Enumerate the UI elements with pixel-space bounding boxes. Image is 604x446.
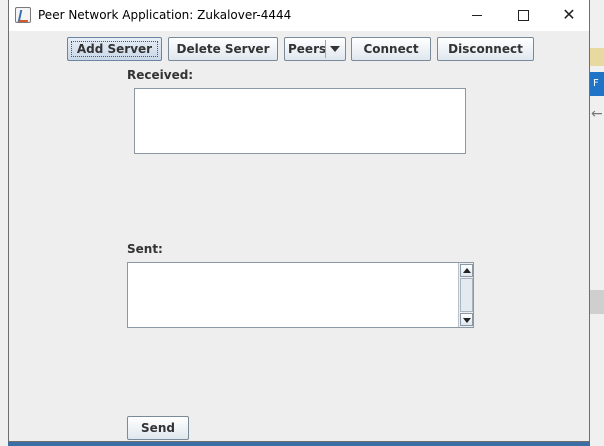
scroll-down-icon[interactable] xyxy=(460,313,473,326)
disconnect-button[interactable]: Disconnect xyxy=(437,37,534,61)
send-label: Send xyxy=(141,421,175,435)
peers-dropdown[interactable]: Peers xyxy=(284,37,346,61)
delete-server-label: Delete Server xyxy=(176,42,270,56)
maximize-icon xyxy=(517,10,529,21)
delete-server-button[interactable]: Delete Server xyxy=(168,37,278,61)
add-server-label: Add Server xyxy=(76,42,153,56)
connect-label: Connect xyxy=(363,42,419,56)
add-server-button[interactable]: Add Server xyxy=(67,37,162,61)
dropdown-separator xyxy=(325,40,326,58)
received-label: Received: xyxy=(127,68,194,82)
maximize-button[interactable] xyxy=(500,0,546,31)
background-tab-letter: F xyxy=(593,78,599,89)
java-app-icon xyxy=(15,7,31,23)
chevron-down-icon[interactable] xyxy=(330,46,340,52)
title-bar[interactable]: Peer Network Application: Zukalover-4444… xyxy=(9,0,589,31)
minimize-button[interactable] xyxy=(454,0,500,31)
peers-dropdown-value: Peers xyxy=(288,42,327,56)
background-gray-block xyxy=(590,290,604,314)
sent-scrollbar[interactable] xyxy=(458,263,473,327)
sent-textarea[interactable] xyxy=(127,262,474,328)
close-button[interactable]: ✕ xyxy=(546,0,592,31)
scroll-up-icon[interactable] xyxy=(460,264,473,277)
background-folder-tab xyxy=(590,48,604,66)
app-window: Peer Network Application: Zukalover-4444… xyxy=(8,0,590,442)
background-back-arrow-icon: ← xyxy=(591,106,603,122)
minimize-icon xyxy=(472,15,482,16)
received-textarea[interactable] xyxy=(134,88,466,154)
close-icon: ✕ xyxy=(562,5,576,24)
window-title: Peer Network Application: Zukalover-4444 xyxy=(38,8,292,22)
disconnect-label: Disconnect xyxy=(448,42,523,56)
send-button[interactable]: Send xyxy=(127,416,189,440)
background-window-right xyxy=(590,0,604,446)
background-blue-tab: F xyxy=(590,72,604,96)
sent-label: Sent: xyxy=(127,242,163,256)
background-window-left xyxy=(0,0,8,446)
connect-button[interactable]: Connect xyxy=(351,37,431,61)
scroll-thumb[interactable] xyxy=(460,278,473,312)
